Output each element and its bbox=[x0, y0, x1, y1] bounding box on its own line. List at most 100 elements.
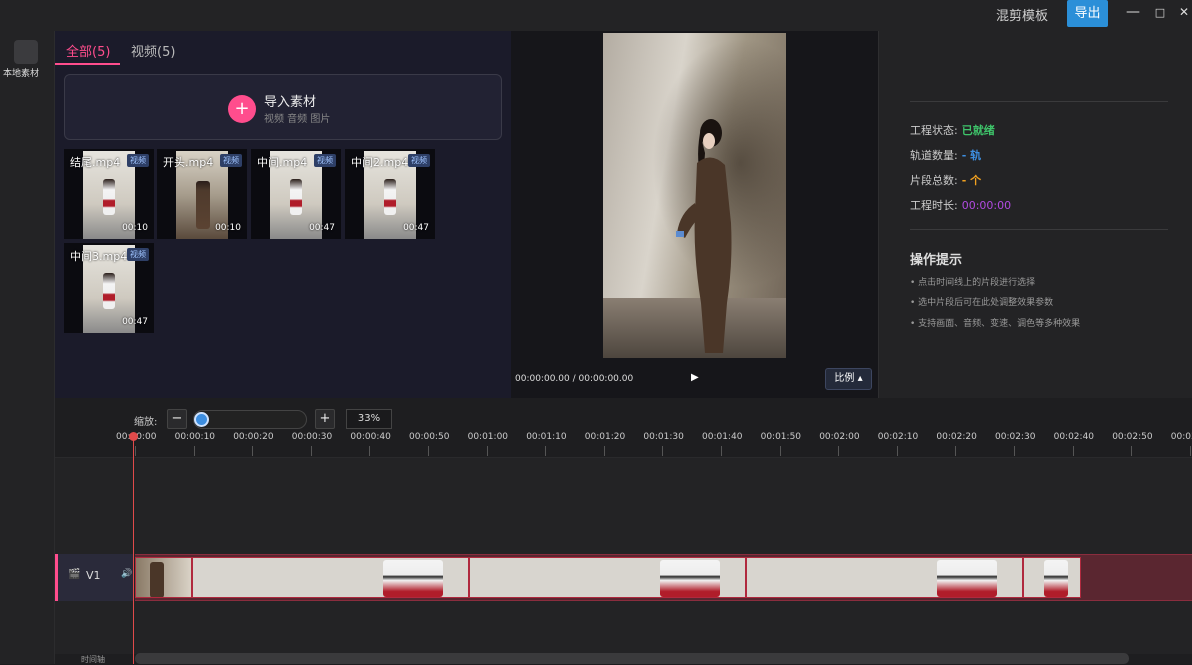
minimize-button[interactable]: — bbox=[1124, 4, 1142, 20]
zoom-label: 缩放: bbox=[134, 417, 158, 428]
project-status-value: 已就绪 bbox=[961, 124, 995, 137]
woman-figure bbox=[676, 119, 732, 353]
local-media-label[interactable]: 本地素材 bbox=[3, 66, 39, 79]
local-media-icon[interactable] bbox=[14, 40, 38, 64]
tip-item: • 选中片段后可在此处调整效果参数 bbox=[910, 298, 1054, 308]
time-display: 00:00:00.00 / 00:00:00.00 bbox=[515, 374, 634, 384]
media-item[interactable]: 开头.mp4 视频 00:10 bbox=[157, 149, 247, 239]
ruler-label: 00:03 bbox=[1170, 432, 1192, 442]
timeline-clip[interactable] bbox=[192, 557, 469, 598]
timeline-clip[interactable] bbox=[469, 557, 746, 598]
tip-item: • 点击时间线上的片段进行选择 bbox=[910, 278, 1036, 288]
ruler-tick bbox=[662, 446, 664, 456]
time-ruler[interactable]: 00:00:0000:00:1000:00:2000:00:3000:00:40… bbox=[55, 432, 1192, 458]
ruler-label: 00:00:30 bbox=[291, 432, 333, 442]
media-name: 开头.mp4 bbox=[163, 156, 214, 169]
track-label: V1 bbox=[86, 569, 101, 582]
media-name: 结尾.mp4 bbox=[70, 156, 121, 169]
ruler-tick bbox=[428, 446, 429, 456]
ruler-label: 00:01:00 bbox=[467, 432, 509, 442]
left-rail: 本地素材 bbox=[0, 31, 55, 664]
active-tab-indicator bbox=[55, 63, 120, 65]
import-title: 导入素材 bbox=[264, 95, 317, 110]
ruler-label: 00:00:50 bbox=[409, 432, 450, 442]
timeline-clip[interactable] bbox=[746, 557, 1023, 598]
ruler-label: 00:00:40 bbox=[350, 432, 391, 442]
preview-panel: 00:00:00.00 / 00:00:00.00 ▶ 比例 ▴ bbox=[511, 31, 878, 398]
media-name: 中间.mp4 bbox=[257, 156, 308, 169]
ruler-tick bbox=[252, 446, 254, 456]
video-badge: 视频 bbox=[408, 154, 430, 167]
tab-all[interactable]: 全部(5) bbox=[66, 41, 110, 60]
video-badge: 视频 bbox=[314, 154, 336, 167]
speaker-icon[interactable]: 🔊 bbox=[121, 569, 132, 579]
import-subtitle: 视频 音频 图片 bbox=[264, 114, 331, 125]
media-item[interactable]: 中间.mp4 视频 00:47 bbox=[251, 149, 341, 239]
clip-count-row: 片段总数: - 个 bbox=[910, 172, 981, 188]
ruler-label: 00:01:10 bbox=[526, 432, 567, 442]
media-panel: 全部(5) 视频(5) + 导入素材 视频 音频 图片 结尾.mp4 视频 00… bbox=[55, 31, 511, 398]
track-v1[interactable] bbox=[135, 554, 1192, 601]
close-button[interactable]: ✕ bbox=[1175, 5, 1192, 19]
tab-video[interactable]: 视频(5) bbox=[131, 41, 175, 60]
video-preview[interactable] bbox=[603, 33, 786, 358]
project-status-label: 工程状态: bbox=[910, 124, 958, 137]
maximize-button[interactable]: □ bbox=[1151, 6, 1169, 19]
media-duration: 00:47 bbox=[122, 317, 148, 327]
clip-thumbnail bbox=[150, 562, 164, 597]
zoom-slider-handle[interactable] bbox=[194, 412, 209, 427]
timeline-label: 时间轴 bbox=[81, 655, 105, 664]
playhead[interactable] bbox=[133, 436, 134, 664]
media-item[interactable]: 中间2.mp4 视频 00:47 bbox=[345, 149, 435, 239]
project-duration-row: 工程时长: 00:00:00 bbox=[910, 197, 1011, 213]
ruler-label: 00:01:40 bbox=[702, 432, 743, 442]
play-icon[interactable]: ▶ bbox=[691, 372, 699, 383]
video-badge: 视频 bbox=[127, 248, 149, 261]
tip-item: • 支持画面、音频、变速、调色等多种效果 bbox=[910, 319, 1081, 329]
divider bbox=[910, 101, 1168, 102]
media-name: 中间3.mp4 bbox=[70, 250, 128, 263]
clip-thumbnail bbox=[937, 560, 997, 597]
timeline-clip[interactable] bbox=[135, 557, 192, 598]
clip-thumbnail bbox=[383, 560, 443, 597]
ruler-label: 00:01:50 bbox=[760, 432, 802, 442]
video-badge: 视频 bbox=[220, 154, 242, 167]
zoom-in-button[interactable]: + bbox=[315, 409, 335, 429]
export-button[interactable]: 导出 bbox=[1067, 0, 1108, 27]
timeline-scrollbar[interactable] bbox=[135, 653, 1129, 664]
clip-count-label: 片段总数: bbox=[910, 174, 958, 187]
media-duration: 00:10 bbox=[122, 223, 148, 233]
track-count-row: 轨道数量: - 轨 bbox=[910, 147, 981, 163]
media-name: 中间2.mp4 bbox=[351, 156, 409, 169]
ruler-tick bbox=[310, 446, 312, 456]
clip-thumbnail bbox=[1044, 560, 1068, 597]
ruler-tick bbox=[369, 446, 371, 456]
zoom-out-button[interactable]: − bbox=[167, 409, 187, 429]
ratio-button[interactable]: 比例 ▴ bbox=[825, 368, 872, 390]
playhead-handle[interactable] bbox=[129, 432, 138, 441]
media-item[interactable]: 中间3.mp4 视频 00:47 bbox=[64, 243, 154, 333]
ruler-tick bbox=[1014, 446, 1015, 456]
media-duration: 00:10 bbox=[215, 223, 241, 233]
ruler-tick bbox=[193, 446, 195, 456]
person-figure bbox=[103, 273, 115, 309]
ruler-label: 00:02:40 bbox=[1053, 432, 1095, 442]
track-header-v1[interactable]: 🎬 V1 🔊 bbox=[55, 554, 134, 601]
ruler-label: 00:00:10 bbox=[174, 432, 216, 442]
ruler-tick bbox=[896, 446, 898, 456]
zoom-slider[interactable] bbox=[193, 410, 307, 429]
ruler-label: 00:01:30 bbox=[643, 432, 684, 442]
tips-title: 操作提示 bbox=[910, 253, 963, 268]
ruler-label: 00:00:20 bbox=[233, 432, 274, 442]
ruler-label: 00:02:10 bbox=[877, 432, 919, 442]
ruler-tick bbox=[1189, 446, 1191, 456]
ruler-label: 00:02:20 bbox=[936, 432, 977, 442]
properties-panel: 工程状态: 已就绪 轨道数量: - 轨 片段总数: - 个 工程时长: 00:00:00… bbox=[878, 31, 1192, 398]
timeline-clip[interactable] bbox=[1023, 557, 1081, 598]
import-media-button[interactable]: + 导入素材 视频 音频 图片 bbox=[64, 74, 502, 140]
track-count-label: 轨道数量: bbox=[910, 149, 958, 162]
media-item[interactable]: 结尾.mp4 视频 00:10 bbox=[64, 149, 154, 239]
video-track-icon: 🎬 bbox=[68, 569, 81, 580]
ruler-label: 00:02:00 bbox=[819, 432, 860, 442]
template-menu[interactable]: 混剪模板 bbox=[996, 5, 1048, 24]
